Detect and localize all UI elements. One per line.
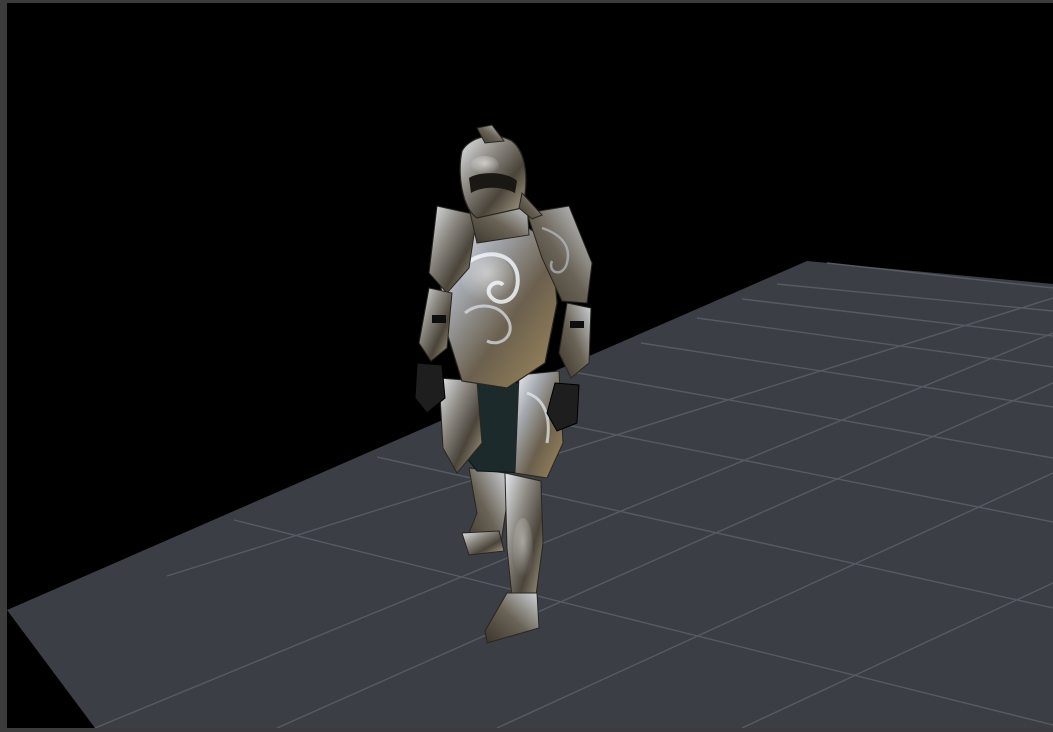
viewport-scene — [7, 124, 1053, 728]
window-frame-left — [0, 0, 7, 732]
window-frame-bottom — [0, 728, 1053, 732]
3d-viewport[interactable] — [7, 3, 1053, 728]
